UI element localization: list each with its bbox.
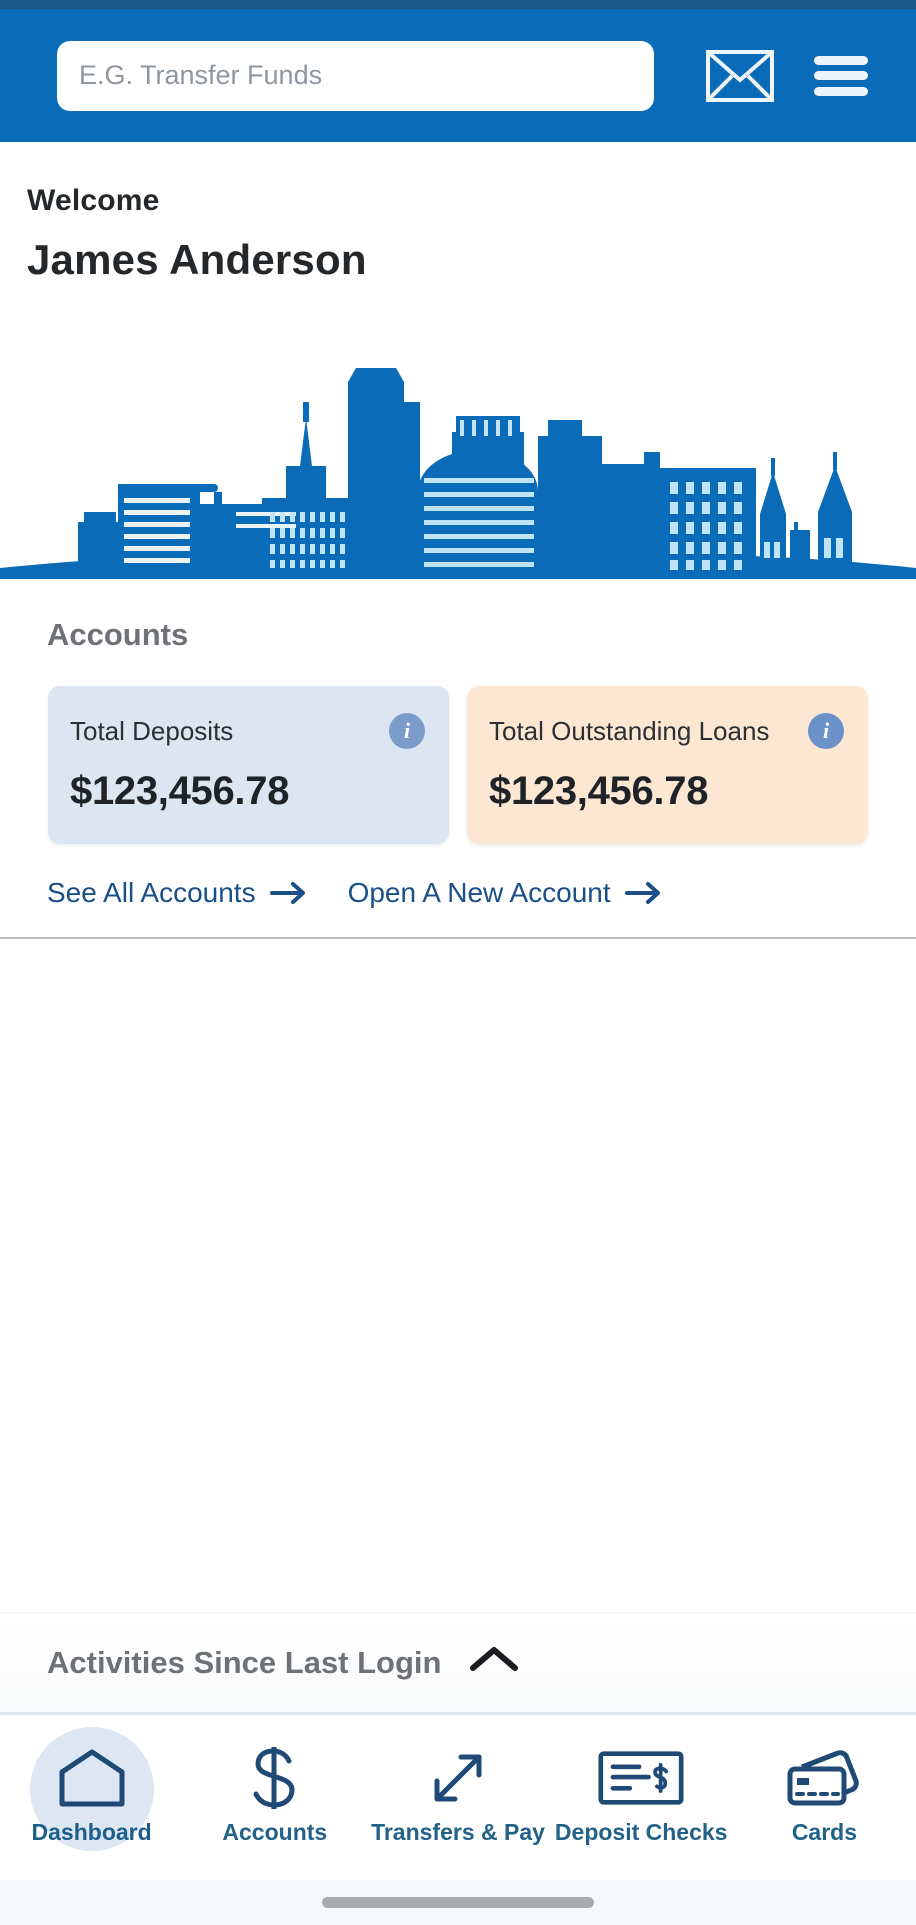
total-deposits-card[interactable]: Total Deposits i $123,456.78 bbox=[48, 686, 449, 844]
city-skyline-illustration bbox=[0, 316, 916, 579]
activities-title: Activities Since Last Login bbox=[47, 1644, 442, 1680]
status-bar bbox=[0, 0, 916, 9]
app-header bbox=[0, 9, 916, 142]
bottom-navigation-bar: Dashboard Accounts Transfers & Pay Depos… bbox=[0, 1712, 916, 1880]
accounts-section-title: Accounts bbox=[47, 617, 189, 652]
content-scroll-area bbox=[0, 939, 916, 1612]
nav-label: Dashboard bbox=[31, 1819, 152, 1845]
link-label: See All Accounts bbox=[47, 877, 256, 908]
nav-item-transfers-and-pay[interactable]: Transfers & Pay bbox=[366, 1729, 549, 1846]
credit-cards-icon bbox=[781, 1745, 867, 1811]
nav-item-deposit-checks[interactable]: Deposit Checks bbox=[550, 1729, 733, 1846]
info-icon[interactable]: i bbox=[389, 713, 425, 749]
welcome-block: Welcome James Anderson bbox=[0, 142, 916, 284]
activities-since-last-login-header[interactable]: Activities Since Last Login bbox=[0, 1612, 916, 1712]
hamburger-menu-icon[interactable] bbox=[814, 55, 868, 96]
open-new-account-link[interactable]: Open A New Account bbox=[348, 877, 665, 909]
nav-label: Accounts bbox=[222, 1819, 328, 1845]
card-amount: $123,456.78 bbox=[489, 769, 709, 813]
user-name: James Anderson bbox=[27, 236, 367, 283]
nav-label: Transfers & Pay bbox=[371, 1819, 545, 1845]
card-label: Total Outstanding Loans bbox=[489, 715, 770, 746]
link-label: Open A New Account bbox=[347, 877, 611, 908]
header-icon-group bbox=[706, 49, 894, 102]
card-header: Total Outstanding Loans i bbox=[489, 713, 844, 749]
nav-item-cards[interactable]: Cards bbox=[733, 1729, 916, 1846]
account-cards-row: Total Deposits i $123,456.78 Total Outst… bbox=[0, 653, 916, 844]
diagonal-arrows-icon bbox=[415, 1745, 501, 1811]
nav-label: Deposit Checks bbox=[554, 1819, 728, 1845]
card-amount: $123,456.78 bbox=[70, 769, 290, 813]
accounts-section: Accounts Total Deposits i $123,456.78 To… bbox=[0, 579, 916, 939]
total-outstanding-loans-card[interactable]: Total Outstanding Loans i $123,456.78 bbox=[467, 686, 868, 844]
check-document-icon bbox=[598, 1745, 684, 1811]
card-header: Total Deposits i bbox=[70, 713, 425, 749]
welcome-greeting: Welcome bbox=[27, 184, 160, 217]
see-all-accounts-link[interactable]: See All Accounts bbox=[47, 877, 310, 909]
chevron-up-icon[interactable] bbox=[467, 1643, 521, 1682]
mobile-banking-dashboard: Welcome James Anderson bbox=[0, 0, 916, 1925]
card-label: Total Deposits bbox=[70, 715, 234, 746]
nav-item-accounts[interactable]: Accounts bbox=[183, 1729, 366, 1846]
search-input[interactable] bbox=[57, 40, 654, 111]
home-indicator-bar bbox=[0, 1880, 916, 1925]
arrow-right-icon bbox=[624, 881, 665, 905]
arrow-right-icon bbox=[269, 881, 310, 905]
info-icon[interactable]: i bbox=[808, 713, 844, 749]
home-indicator[interactable] bbox=[322, 1897, 594, 1908]
nav-item-dashboard[interactable]: Dashboard bbox=[0, 1729, 183, 1846]
envelope-icon[interactable] bbox=[706, 49, 774, 102]
nav-label: Cards bbox=[791, 1819, 858, 1845]
account-links-row: See All Accounts Open A New Account bbox=[0, 844, 916, 909]
dollar-sign-icon bbox=[232, 1745, 318, 1811]
home-icon bbox=[49, 1745, 135, 1811]
